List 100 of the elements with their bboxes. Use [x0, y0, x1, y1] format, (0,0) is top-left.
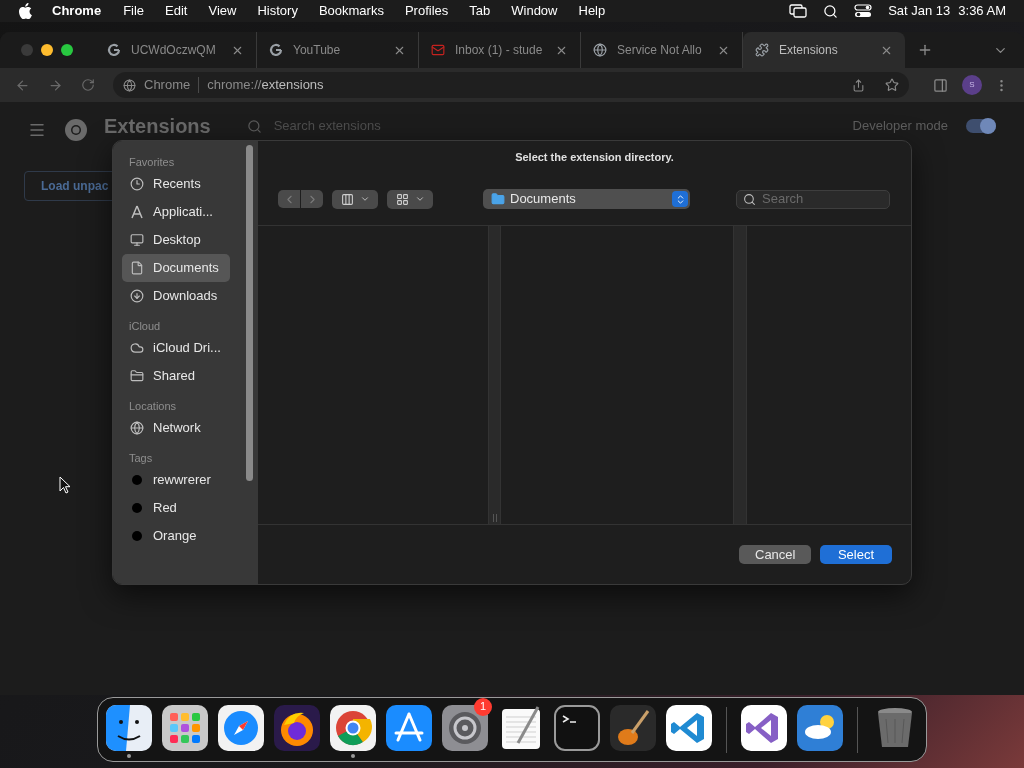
app-menu[interactable]: Chrome: [52, 1, 102, 21]
drafting-icon: [386, 704, 432, 751]
back-icon[interactable]: [15, 77, 30, 93]
zoom-window-button[interactable]: [61, 44, 73, 56]
menu-item[interactable]: Help: [578, 1, 606, 21]
cloud-icon: [130, 341, 144, 355]
minimize-window-button[interactable]: [41, 44, 53, 56]
code-ribbon-icon: [666, 704, 712, 751]
tab-title: Service Not Allo: [617, 42, 702, 59]
terminal-icon: [554, 704, 600, 751]
search-icon: [743, 192, 756, 206]
page-title: Extensions: [104, 114, 211, 139]
caret-icon: [414, 194, 425, 204]
infinity-ribbon-icon: [741, 704, 787, 751]
sidebar-item[interactable]: Shared: [122, 362, 230, 390]
menu-item[interactable]: Bookmarks: [318, 1, 384, 21]
reload-icon[interactable]: [81, 78, 95, 92]
globe-icon: [593, 43, 607, 57]
menu-bar-time[interactable]: 3:36 AM: [958, 1, 1006, 21]
bookmark-star-icon[interactable]: [885, 78, 899, 92]
scrollbar-thumb[interactable]: [246, 145, 253, 481]
clock-icon: [130, 177, 144, 191]
developer-mode-label: Developer mode: [852, 117, 948, 136]
sidebar-label: Documents: [153, 259, 219, 278]
group-button[interactable]: [387, 189, 433, 209]
sidebar-label: Red: [153, 499, 177, 518]
profile-avatar[interactable]: S: [962, 75, 982, 95]
sidebar-item[interactable]: Downloads: [122, 282, 230, 310]
notification-badge: 1: [474, 697, 492, 716]
new-tab-icon[interactable]: [917, 42, 933, 58]
forward-button[interactable]: [301, 190, 323, 208]
sidebar-label: Desktop: [153, 231, 201, 250]
apple-icon[interactable]: [18, 3, 32, 19]
stepper-icon: [672, 191, 688, 207]
menu-item[interactable]: View: [208, 1, 237, 21]
tab-title: YouTube: [293, 42, 341, 59]
share-icon[interactable]: [852, 78, 865, 92]
menu-item[interactable]: History: [257, 1, 298, 21]
circle-arc-icon: [107, 43, 121, 57]
dialog-button[interactable]: Select: [820, 545, 892, 564]
menu-item[interactable]: Window: [511, 1, 558, 21]
chrome-logo-icon: [64, 118, 88, 142]
view-mode-button[interactable]: [332, 189, 378, 209]
folder-icon: [491, 192, 505, 206]
mail-icon: [431, 43, 445, 57]
smiling-face-icon: [106, 704, 152, 751]
location-popup[interactable]: Documents: [483, 189, 690, 209]
puzzle-icon: [755, 43, 769, 57]
sidebar-label: iCloud Dri...: [153, 339, 221, 358]
developer-mode-toggle[interactable]: [966, 119, 996, 133]
menu-item[interactable]: Edit: [165, 1, 188, 21]
cloud-sun-icon: [797, 704, 843, 751]
forward-icon[interactable]: [48, 77, 63, 93]
site-icon: [123, 78, 136, 92]
address-bar[interactable]: Chrome chrome://extensions: [113, 72, 909, 98]
sidebar-item[interactable]: rewwrerer: [122, 466, 230, 494]
sidebar-label: Orange: [153, 527, 197, 546]
menu-icon[interactable]: [28, 121, 46, 139]
columns-icon: [340, 192, 354, 206]
tab-title: Inbox (1) - stude: [455, 42, 543, 59]
sidebar-item[interactable]: Documents: [122, 254, 230, 282]
document-icon: [130, 261, 144, 275]
sidebar-item[interactable]: iCloud Dri...: [122, 334, 230, 362]
flame-globe-icon: [274, 704, 320, 751]
control-center-icon[interactable]: [854, 4, 873, 18]
search-icon[interactable]: [823, 3, 839, 19]
dialog-title: Select the extension directory.: [515, 149, 674, 165]
screen-mirroring-icon[interactable]: [789, 4, 808, 18]
menu-item[interactable]: Tab: [469, 1, 491, 21]
sidebar-item[interactable]: Applicati...: [122, 198, 230, 226]
back-button[interactable]: [278, 190, 300, 208]
sidebar-heading: iCloud: [128, 319, 162, 334]
site-label: Chrome: [144, 76, 191, 95]
tab-title: UCWdOczwQM: [131, 42, 216, 59]
folder-icon: [130, 369, 144, 383]
dialog-button[interactable]: Cancel: [739, 545, 811, 564]
tab-title: Extensions: [779, 42, 838, 59]
sidebar-heading: Favorites: [128, 155, 176, 170]
mouse-pointer-icon: [59, 476, 71, 494]
sidebar-heading: Locations: [128, 399, 178, 414]
globe-icon: [130, 421, 144, 435]
menu-item[interactable]: File: [123, 1, 145, 21]
side-panel-icon[interactable]: [933, 77, 948, 93]
caret-icon: [359, 194, 370, 204]
guitar-icon: [610, 704, 656, 751]
sidebar-heading: Tags: [128, 451, 154, 466]
url-text: chrome://extensions: [207, 76, 324, 95]
grid-icon: [395, 192, 409, 206]
sidebar-label: Downloads: [153, 287, 218, 306]
location-label: Documents: [510, 190, 576, 209]
sidebar-label: Applicati...: [153, 203, 213, 222]
menu-bar-date[interactable]: Sat Jan 13: [888, 1, 951, 21]
sidebar-item[interactable]: Network: [122, 414, 230, 442]
browser-tab[interactable]: Extensions: [743, 32, 905, 68]
sidebar-item[interactable]: Red: [122, 494, 230, 522]
app-grid-icon: [162, 704, 208, 751]
sidebar-item[interactable]: Orange: [122, 522, 230, 550]
menu-item[interactable]: Profiles: [404, 1, 449, 21]
sidebar-item[interactable]: Desktop: [122, 226, 230, 254]
download-icon: [130, 289, 144, 303]
